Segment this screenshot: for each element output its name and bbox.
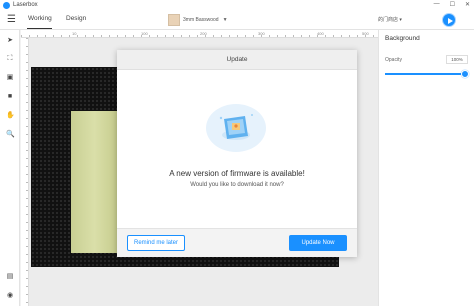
material-name: 3mm Basswood <box>183 16 219 23</box>
start-button[interactable] <box>442 13 456 27</box>
active-tab-indicator <box>27 28 52 29</box>
vertical-ruler <box>21 38 29 306</box>
app-title: Laserbox <box>13 2 38 8</box>
text-icon[interactable]: ■ <box>6 93 14 101</box>
chevron-down-icon: ▼ <box>222 16 228 23</box>
left-toolbar: ➤ ⛶ ▣ ■ ✋ 🔍 ▤ ◉ <box>0 30 20 306</box>
opacity-slider-track[interactable] <box>385 73 465 75</box>
ruler-mark: 10 <box>72 31 77 36</box>
select-icon[interactable]: ➤ <box>6 37 14 45</box>
menu-icon[interactable]: ☰ <box>7 14 16 25</box>
opacity-input[interactable]: 100% <box>446 55 468 64</box>
layers-icon[interactable]: ▤ <box>6 273 14 281</box>
ruler-mark: 400 <box>317 31 324 36</box>
title-bar: Laserbox — ☐ ✕ <box>0 0 474 10</box>
dialog-sub-message: Would you like to download it now? <box>190 182 284 188</box>
ruler-mark: 500 <box>362 31 369 36</box>
ruler-mark: 200 <box>200 31 207 36</box>
hand-icon[interactable]: ✋ <box>6 112 15 120</box>
tab-working[interactable]: Working <box>28 15 52 22</box>
zoom-icon[interactable]: 🔍 <box>6 131 15 139</box>
app-logo-icon <box>3 1 10 9</box>
crop-icon[interactable]: ⛶ <box>6 55 14 63</box>
app-window: Laserbox — ☐ ✕ ☰ Working Design 3mm Bass… <box>0 0 474 306</box>
properties-panel: Background Opacity 100% <box>378 30 474 306</box>
ruler-mark: 100 <box>141 31 148 36</box>
device-selector[interactable]: 的门商店 ▾ <box>378 16 402 23</box>
material-workpiece[interactable] <box>71 111 118 253</box>
minimize-icon[interactable]: — <box>434 1 440 8</box>
ruler-mark: 300 <box>258 31 265 36</box>
panel-title: Background <box>385 35 420 42</box>
dialog-message: A new version of firmware is available! <box>169 169 305 178</box>
firmware-icon <box>206 104 266 152</box>
update-dialog: Update A new version of firmware is avai… <box>117 50 357 257</box>
image-icon[interactable]: ▣ <box>6 74 14 82</box>
tab-design[interactable]: Design <box>66 15 86 22</box>
update-now-button[interactable]: Update Now <box>289 235 347 251</box>
remind-later-button[interactable]: Remind me later <box>127 235 185 251</box>
window-controls: — ☐ ✕ <box>434 1 470 8</box>
opacity-label: Opacity <box>385 57 402 63</box>
device-name: 的门商店 <box>378 17 399 23</box>
toolbar: ☰ Working Design 3mm Basswood ▼ 的门商店 ▾ <box>0 10 474 30</box>
dialog-title: Update <box>117 50 357 70</box>
material-selector[interactable]: 3mm Basswood ▼ <box>168 12 232 27</box>
close-icon[interactable]: ✕ <box>465 1 470 8</box>
camera-icon[interactable]: ◉ <box>6 292 14 300</box>
material-swatch <box>168 13 180 26</box>
dialog-footer: Remind me later Update Now <box>117 228 357 257</box>
maximize-icon[interactable]: ☐ <box>450 1 455 8</box>
opacity-slider-thumb[interactable] <box>461 70 469 78</box>
